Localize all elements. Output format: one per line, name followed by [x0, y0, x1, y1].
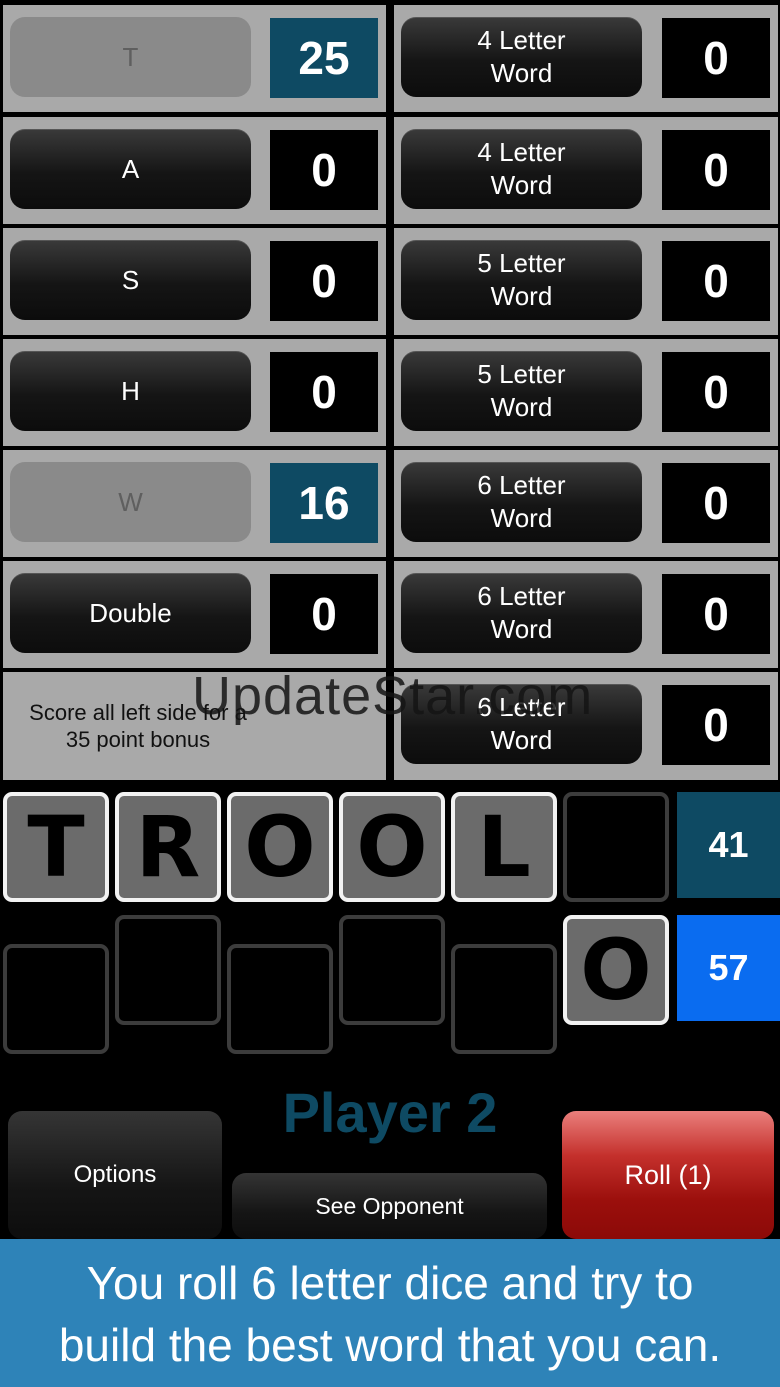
score-box: 0	[662, 463, 770, 543]
dice-slot-empty[interactable]	[339, 915, 445, 1025]
score-box: 0	[270, 241, 378, 321]
left-row: W 16	[3, 450, 386, 557]
score-box: 0	[662, 574, 770, 654]
word-category-button[interactable]: 5 Letter Word	[401, 351, 642, 431]
word-category-button[interactable]: 6 Letter Word	[401, 684, 642, 764]
right-row: 6 Letter Word 0	[394, 561, 778, 668]
word-category-button[interactable]: 4 Letter Word	[401, 129, 642, 209]
right-row: 5 Letter Word 0	[394, 228, 778, 335]
word-category-button[interactable]: 6 Letter Word	[401, 462, 642, 542]
rolled-die[interactable]: O	[563, 915, 669, 1025]
right-row: 5 Letter Word 0	[394, 339, 778, 446]
right-row: 6 Letter Word 0	[394, 450, 778, 557]
word-slot-empty[interactable]	[563, 792, 669, 902]
word-category-button[interactable]: 5 Letter Word	[401, 240, 642, 320]
category-button[interactable]: T	[10, 17, 251, 97]
dice-slot-empty[interactable]	[451, 944, 557, 1054]
player-label: Player 2	[282, 1081, 498, 1144]
dice-slot-empty[interactable]	[227, 944, 333, 1054]
score-box: 0	[270, 574, 378, 654]
right-row: 4 Letter Word 0	[394, 5, 778, 112]
word-category-button[interactable]: 6 Letter Word	[401, 573, 642, 653]
score-box: 25	[270, 18, 378, 98]
word-die[interactable]: O	[227, 792, 333, 902]
left-row: S 0	[3, 228, 386, 335]
left-row: T 25	[3, 5, 386, 112]
right-row: 4 Letter Word 0	[394, 117, 778, 224]
scorecard-grid: T 25 A 0 S 0 H 0 W 16 Double 0 Score all…	[0, 0, 780, 782]
category-button[interactable]: A	[10, 129, 251, 209]
category-button[interactable]: H	[10, 351, 251, 431]
score-box: 0	[662, 241, 770, 321]
dice-slot-empty[interactable]	[115, 915, 221, 1025]
dice-total: 57	[677, 915, 780, 1021]
score-box: 0	[662, 685, 770, 765]
promo-caption: You roll 6 letter dice and try to build …	[0, 1239, 780, 1387]
category-button[interactable]: S	[10, 240, 251, 320]
bonus-text: Score all left side for a 35 point bonus	[29, 700, 247, 752]
score-box: 0	[270, 352, 378, 432]
word-total: 41	[677, 792, 780, 898]
word-die[interactable]: R	[115, 792, 221, 902]
score-box: 0	[662, 130, 770, 210]
bonus-cell: Score all left side for a 35 point bonus	[3, 672, 386, 780]
word-die[interactable]: T	[3, 792, 109, 902]
dice-slot-empty[interactable]	[3, 944, 109, 1054]
word-die[interactable]: L	[451, 792, 557, 902]
options-button[interactable]: Options	[8, 1111, 222, 1239]
right-row: 6 Letter Word 0	[394, 672, 778, 780]
left-row: Double 0	[3, 561, 386, 668]
category-button[interactable]: W	[10, 462, 251, 542]
score-box: 0	[662, 352, 770, 432]
score-box: 16	[270, 463, 378, 543]
score-box: 0	[270, 130, 378, 210]
left-row: A 0	[3, 117, 386, 224]
word-category-button[interactable]: 4 Letter Word	[401, 17, 642, 97]
roll-button[interactable]: Roll (1)	[562, 1111, 774, 1239]
score-box: 0	[662, 18, 770, 98]
word-die[interactable]: O	[339, 792, 445, 902]
left-row: H 0	[3, 339, 386, 446]
see-opponent-button[interactable]: See Opponent	[232, 1173, 547, 1239]
double-button[interactable]: Double	[10, 573, 251, 653]
